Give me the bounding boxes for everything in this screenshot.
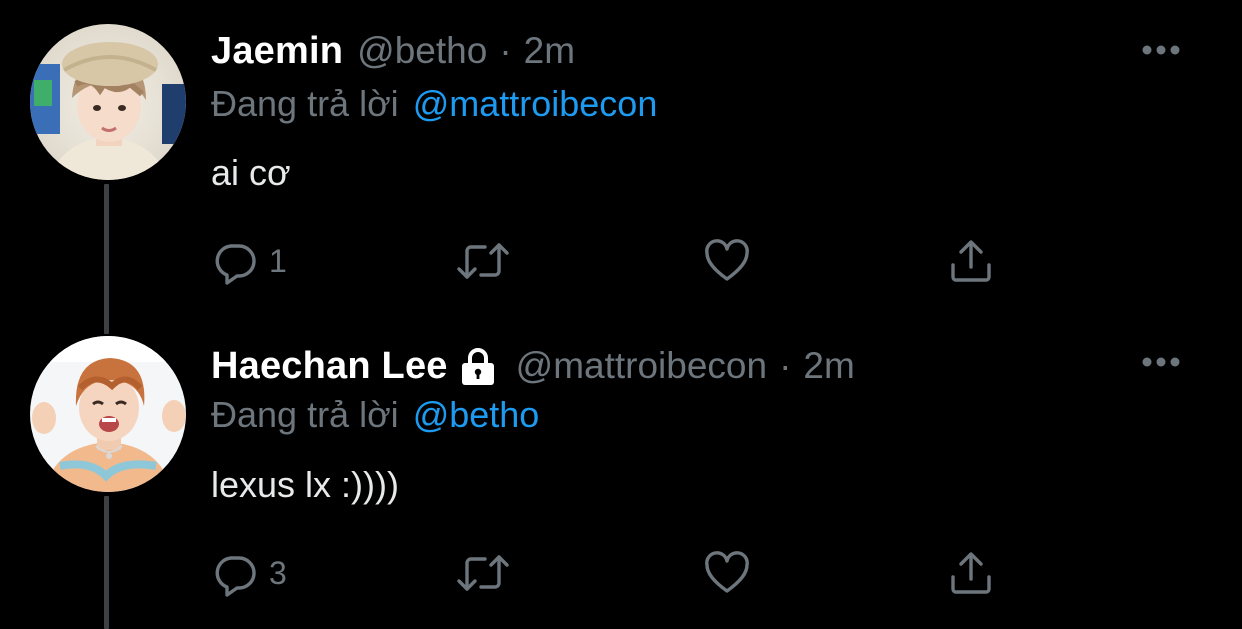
timestamp[interactable]: 2m [524, 30, 575, 72]
heart-icon [705, 551, 749, 593]
tweet-actions: 3 [211, 548, 1011, 598]
reply-count: 1 [269, 242, 287, 279]
reply-button[interactable]: 3 [211, 548, 287, 598]
replying-to-line: Đang trả lời @mattroibecon [211, 79, 657, 129]
tweet-header: Jaemin @betho · 2m [211, 25, 575, 77]
heart-icon [705, 239, 749, 281]
tweet-text: ai cơ [211, 152, 291, 193]
display-name[interactable]: Haechan Lee [211, 345, 448, 388]
user-handle[interactable]: @betho [357, 30, 487, 72]
more-options-button[interactable] [1138, 350, 1184, 374]
replying-to-mention[interactable]: @betho [413, 394, 540, 436]
retweet-button[interactable] [455, 548, 511, 598]
tweet-header: Haechan Lee @mattroibecon · 2m [211, 340, 855, 392]
lock-icon [461, 348, 494, 385]
avatar-photo-haechan [30, 336, 186, 492]
replying-to-mention[interactable]: @mattroibecon [413, 83, 658, 125]
more-dots-icon [1142, 357, 1180, 367]
like-button[interactable] [703, 236, 751, 286]
tweet[interactable]: Jaemin @betho · 2m Đang trả lời @mattroi… [0, 0, 1242, 310]
header-separator: · [499, 30, 512, 71]
share-button[interactable] [947, 236, 995, 286]
more-dots-icon [1142, 45, 1180, 55]
speech-bubble-icon [215, 244, 256, 285]
replying-to-line: Đang trả lời @betho [211, 390, 539, 440]
tweet-thread: Jaemin @betho · 2m Đang trả lời @mattroi… [0, 0, 1242, 629]
like-button[interactable] [703, 548, 751, 598]
avatar[interactable] [30, 336, 186, 492]
retweet-arrows-icon [457, 243, 509, 279]
replying-to-label: Đang trả lời [211, 394, 399, 435]
share-button[interactable] [947, 548, 995, 598]
avatar-photo-jaemin [30, 24, 186, 180]
tweet[interactable]: Haechan Lee @mattroibecon · 2m Đang trả … [0, 310, 1242, 629]
share-upload-icon [951, 552, 991, 594]
share-upload-icon [951, 240, 991, 282]
retweet-button[interactable] [455, 236, 511, 286]
reply-count: 3 [269, 554, 287, 591]
reply-button[interactable]: 1 [211, 236, 287, 286]
tweet-actions: 1 [211, 236, 1011, 286]
more-options-button[interactable] [1138, 38, 1184, 62]
tweet-text: lexus lx :)))) [211, 464, 399, 505]
user-handle[interactable]: @mattroibecon [516, 345, 767, 387]
display-name[interactable]: Jaemin [211, 30, 343, 73]
header-separator: · [779, 345, 792, 386]
timestamp[interactable]: 2m [803, 345, 854, 387]
avatar[interactable] [30, 24, 186, 180]
replying-to-label: Đang trả lời [211, 83, 399, 124]
retweet-arrows-icon [457, 555, 509, 591]
speech-bubble-icon [215, 556, 256, 597]
